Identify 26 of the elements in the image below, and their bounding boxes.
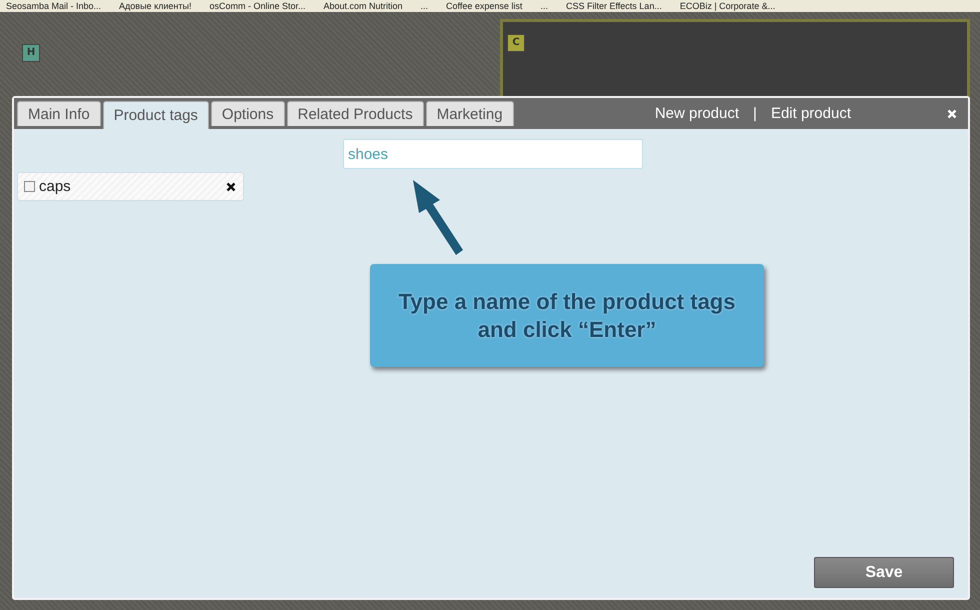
save-button[interactable]: Save (814, 557, 954, 588)
close-icon[interactable] (947, 108, 957, 118)
bookmark-link[interactable]: Coffee expense list (446, 0, 522, 12)
header-link[interactable]: New product (654, 105, 740, 122)
bookmark-link[interactable]: Адовые клиенты! (119, 0, 192, 12)
tab[interactable]: Product tags (102, 101, 209, 129)
bookmark-link[interactable]: osComm - Online Stor... (209, 0, 306, 12)
bookmark-link[interactable]: CSS Filter Effects Lan... (566, 0, 662, 12)
remove-icon[interactable] (226, 182, 236, 192)
tab[interactable]: Marketing (426, 101, 514, 126)
tag-label: caps (39, 178, 71, 195)
separator: | (753, 105, 757, 122)
bookmark-link[interactable]: Seosamba Mail - Inbo... (6, 0, 102, 12)
tab[interactable]: Main Info (17, 101, 101, 126)
checkbox[interactable] (24, 181, 35, 192)
letter-badge: C (507, 34, 525, 52)
header-link[interactable]: Edit product (770, 105, 851, 122)
bookmark-link[interactable]: ECOBiz | Corporate &... (680, 0, 776, 12)
letter-badge: H (22, 44, 40, 62)
callout-text: Type a name of the product tags and click “Enter” (370, 264, 764, 367)
tab[interactable]: Related Products (286, 101, 424, 126)
tab[interactable]: Options (210, 101, 285, 126)
bookmark-link[interactable]: ... (540, 0, 548, 12)
bookmark-link[interactable]: About.com Nutrition (323, 0, 403, 12)
bookmark-link[interactable]: ... (420, 0, 428, 12)
tag-item[interactable]: caps (17, 172, 244, 201)
